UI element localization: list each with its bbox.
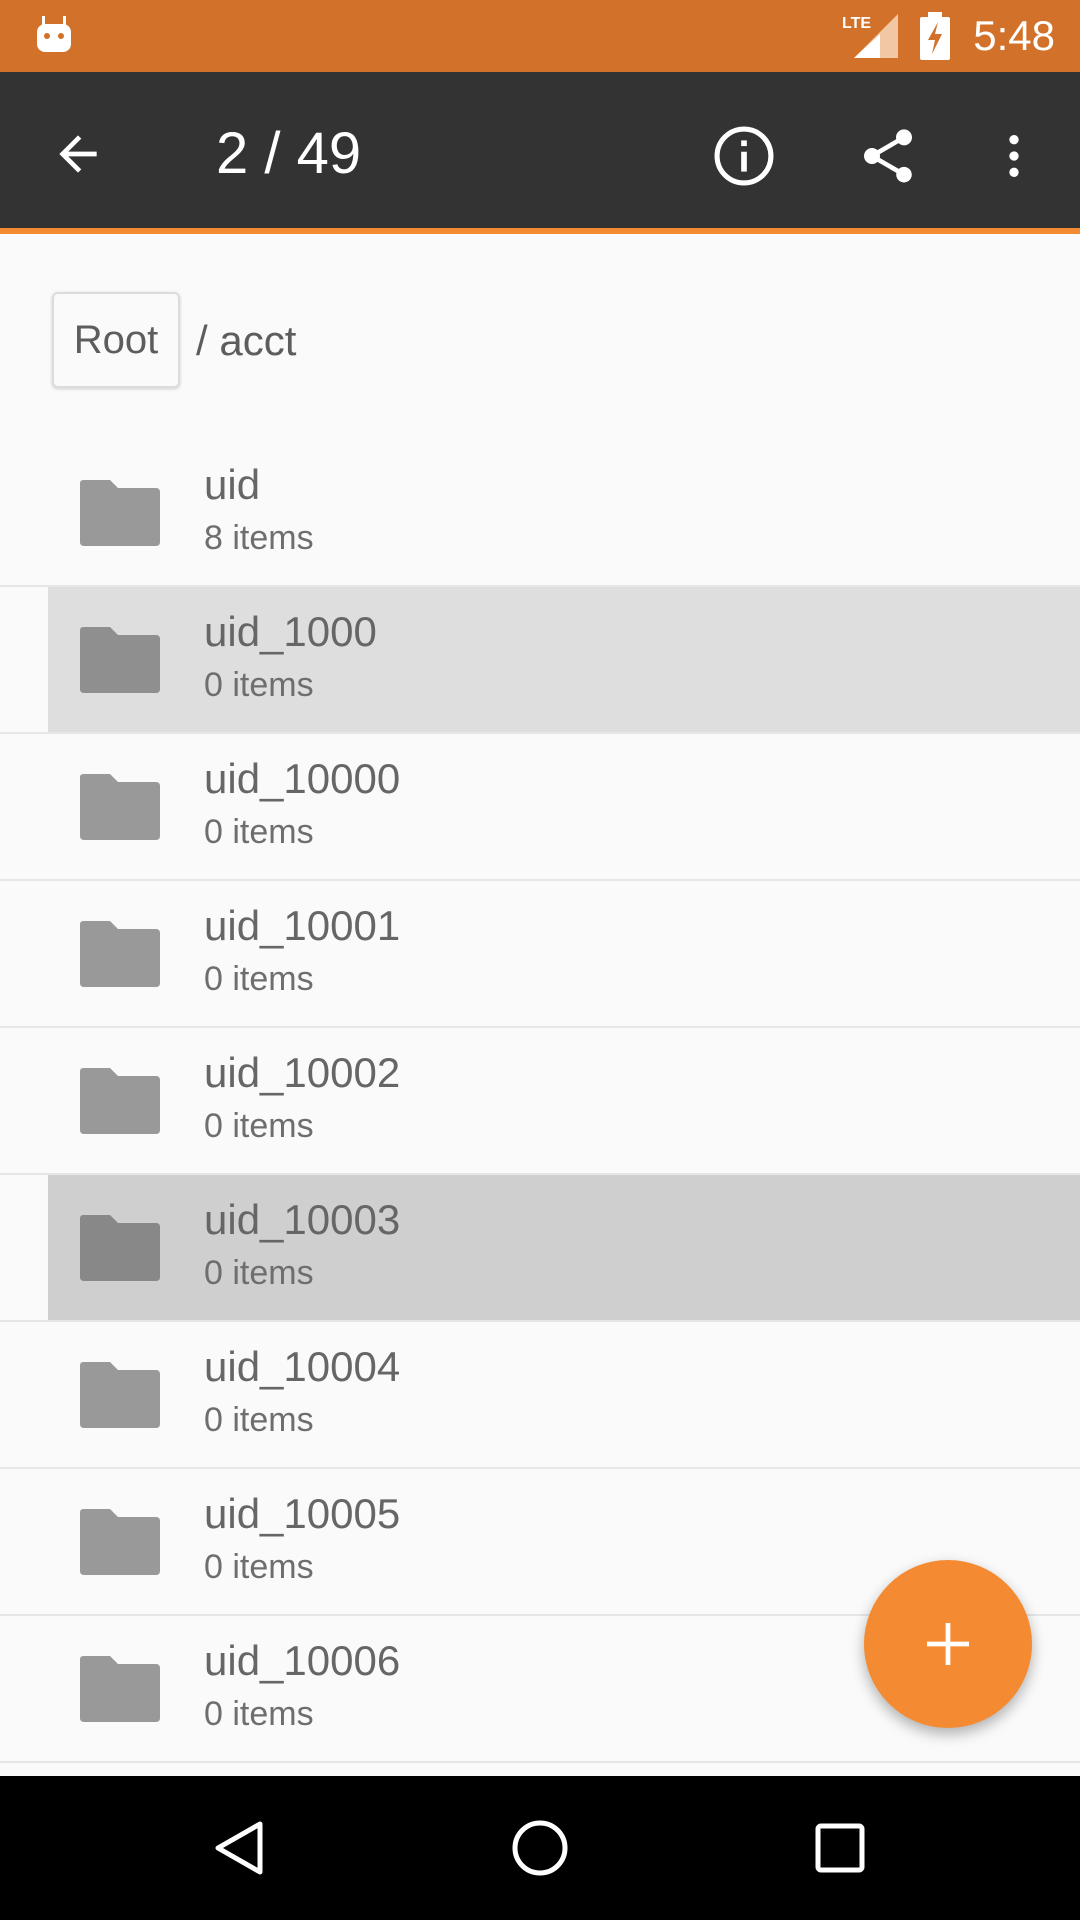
file-row[interactable]: uid_1000 0 items — [0, 587, 1080, 734]
file-item-count: 0 items — [204, 1107, 314, 1145]
nav-recents-button[interactable] — [800, 1808, 880, 1888]
toolbar: 2 / 49 — [0, 72, 1080, 234]
network-label: LTE — [842, 15, 871, 32]
file-name: uid_10006 — [204, 1637, 401, 1684]
breadcrumb-path[interactable]: / acct — [196, 316, 296, 366]
file-name: uid_10004 — [204, 1343, 401, 1390]
status-clock: 5:48 — [973, 12, 1055, 59]
file-name: uid_10000 — [204, 755, 401, 802]
breadcrumb-root-button[interactable]: Root — [52, 292, 180, 388]
file-item-count: 0 items — [204, 1695, 314, 1733]
share-button[interactable] — [848, 116, 928, 196]
back-button[interactable] — [40, 116, 116, 192]
android-notification-icon — [37, 16, 71, 52]
file-row[interactable]: uid_10001 0 items — [0, 881, 1080, 1028]
page-title: 2 / 49 — [216, 121, 362, 186]
row-highlight — [48, 1322, 1080, 1467]
add-fab-button[interactable] — [864, 1560, 1032, 1728]
folder-icon — [80, 1362, 160, 1428]
lte-signal-icon: LTE — [842, 14, 898, 58]
file-item-count: 0 items — [204, 960, 314, 998]
folder-icon — [80, 1509, 160, 1575]
row-highlight — [48, 1028, 1080, 1173]
folder-icon — [80, 1068, 160, 1134]
more-options-button[interactable] — [984, 116, 1044, 196]
folder-icon — [80, 774, 160, 840]
folder-icon — [80, 1656, 160, 1722]
file-name: uid_1000 — [204, 608, 377, 655]
nav-home-icon — [512, 1820, 568, 1876]
file-row[interactable]: uid_10000 0 items — [0, 734, 1080, 881]
file-name: uid_10005 — [204, 1490, 401, 1537]
folder-icon — [80, 1215, 160, 1281]
file-item-count: 0 items — [204, 813, 314, 851]
file-row[interactable]: uid_10004 0 items — [0, 1322, 1080, 1469]
breadcrumb: Root / acct — [0, 240, 1080, 440]
file-item-count: 0 items — [204, 666, 314, 704]
file-item-count: 0 items — [204, 1254, 314, 1292]
file-name: uid_10003 — [204, 1196, 401, 1243]
row-highlight — [48, 734, 1080, 879]
nav-home-button[interactable] — [500, 1808, 580, 1888]
info-button[interactable] — [704, 116, 784, 196]
file-name: uid — [204, 461, 261, 508]
file-item-count: 0 items — [204, 1548, 314, 1586]
row-highlight — [48, 587, 1080, 732]
file-row[interactable]: uid_10002 0 items — [0, 1028, 1080, 1175]
folder-icon — [80, 921, 160, 987]
nav-back-icon — [215, 1821, 263, 1875]
nav-back-button[interactable] — [200, 1808, 280, 1888]
info-icon — [714, 126, 774, 186]
file-item-count: 8 items — [204, 519, 314, 557]
plus-icon — [927, 1623, 969, 1665]
folder-icon — [80, 480, 160, 546]
battery-charging-icon — [920, 12, 950, 60]
row-highlight — [48, 440, 1080, 585]
share-icon — [864, 129, 912, 183]
more-vert-icon — [1009, 135, 1019, 177]
arrow-back-icon — [59, 135, 97, 173]
system-nav-bar — [0, 1776, 1080, 1920]
file-row[interactable]: uid_10003 0 items — [0, 1175, 1080, 1322]
row-highlight — [48, 881, 1080, 1026]
nav-recents-icon — [815, 1823, 865, 1873]
folder-icon — [80, 627, 160, 693]
file-name: uid_10002 — [204, 1049, 401, 1096]
status-bar: LTE 5:48 — [0, 0, 1080, 72]
file-row[interactable]: uid 8 items — [0, 440, 1080, 587]
row-highlight — [48, 1175, 1080, 1320]
file-name: uid_10001 — [204, 902, 401, 949]
file-item-count: 0 items — [204, 1401, 314, 1439]
